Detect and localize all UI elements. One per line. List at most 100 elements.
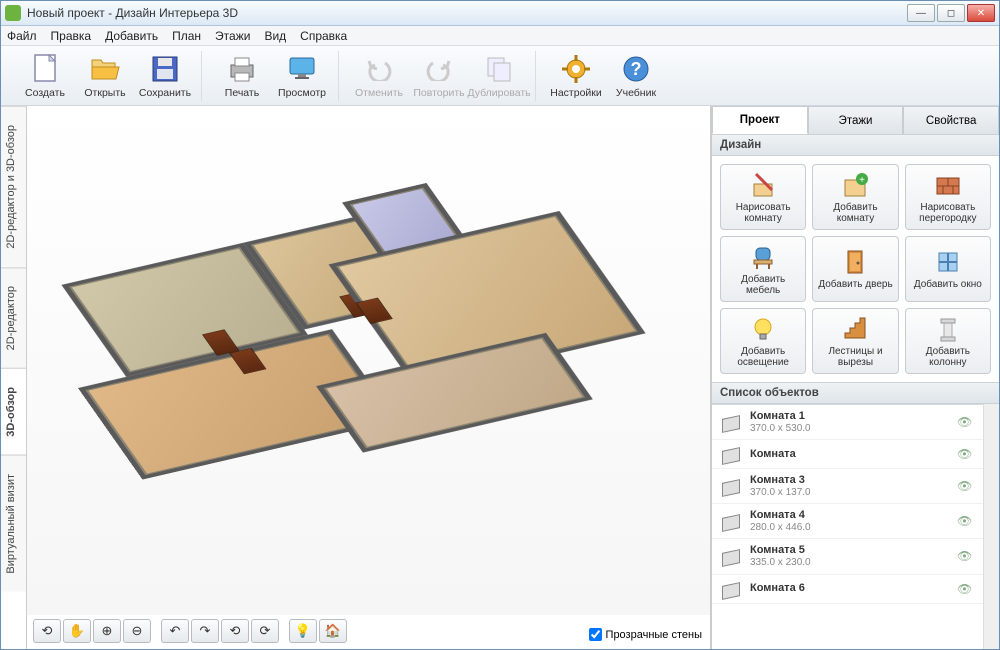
objects-header: Список объектов [712, 382, 999, 404]
visibility-icon[interactable]: 👁 [957, 582, 975, 596]
cube-icon [720, 477, 742, 495]
menu-plan[interactable]: План [172, 29, 201, 43]
pan-button[interactable]: ✋ [63, 619, 91, 643]
svg-text:+: + [860, 175, 866, 186]
add-lighting-button[interactable]: Добавить освещение [720, 308, 806, 374]
lighting-button[interactable]: 💡 [289, 619, 317, 643]
window-icon [934, 248, 962, 276]
rotate-left-button[interactable]: ↶ [161, 619, 189, 643]
open-button[interactable]: Открыть [77, 51, 133, 101]
create-button[interactable]: Создать [17, 51, 73, 101]
tab-properties[interactable]: Свойства [903, 106, 999, 134]
list-item[interactable]: Комната 4280.0 x 446.0👁 [712, 504, 983, 539]
cube-icon [720, 547, 742, 565]
tab-virtual-visit[interactable]: Виртуальный визит [1, 455, 26, 592]
chair-icon [749, 243, 777, 271]
print-button[interactable]: Печать [214, 51, 270, 101]
right-panel-tabs: Проект Этажи Свойства [712, 106, 999, 134]
menu-view[interactable]: Вид [264, 29, 286, 43]
maximize-button[interactable]: ◻ [937, 4, 965, 22]
design-tools: Нарисовать комнату +Добавить комнату Нар… [712, 156, 999, 382]
svg-text:?: ? [631, 59, 642, 79]
brick-wall-icon [934, 171, 962, 199]
list-item[interactable]: Комната 5335.0 x 230.0👁 [712, 539, 983, 574]
add-door-button[interactable]: Добавить дверь [812, 236, 898, 302]
app-window: Новый проект - Дизайн Интерьера 3D — ◻ ✕… [0, 0, 1000, 650]
app-icon [5, 5, 21, 21]
folder-open-icon [89, 53, 121, 85]
transparent-walls-input[interactable] [589, 628, 602, 641]
visibility-icon[interactable]: 👁 [957, 415, 975, 429]
draw-wall-button[interactable]: Нарисовать перегородку [905, 164, 991, 230]
undo-button[interactable]: Отменить [351, 51, 407, 101]
monitor-icon [286, 53, 318, 85]
zoom-in-button[interactable]: ⊕ [93, 619, 121, 643]
printer-icon [226, 53, 258, 85]
draw-room-button[interactable]: Нарисовать комнату [720, 164, 806, 230]
add-column-button[interactable]: Добавить колонну [905, 308, 991, 374]
menu-edit[interactable]: Правка [51, 29, 92, 43]
menu-file[interactable]: Файл [7, 29, 37, 43]
duplicate-icon [483, 53, 515, 85]
tab-floors[interactable]: Этажи [808, 106, 904, 134]
rotate-cw-button[interactable]: ⟳ [251, 619, 279, 643]
zoom-out-button[interactable]: ⊖ [123, 619, 151, 643]
rotate-right-button[interactable]: ↷ [191, 619, 219, 643]
3d-viewport[interactable] [27, 106, 710, 615]
tab-2d3d-combo[interactable]: 2D-редактор и 3D-обзор [1, 106, 26, 267]
add-window-button[interactable]: Добавить окно [905, 236, 991, 302]
floppy-icon [149, 53, 181, 85]
add-room-button[interactable]: +Добавить комнату [812, 164, 898, 230]
object-list[interactable]: Комната 1370.0 x 530.0👁 Комната👁 Комната… [712, 404, 983, 649]
right-panel: Проект Этажи Свойства Дизайн Нарисовать … [711, 106, 999, 649]
column-icon [934, 315, 962, 343]
redo-button[interactable]: Повторить [411, 51, 467, 101]
tab-project[interactable]: Проект [712, 106, 808, 134]
settings-button[interactable]: Настройки [548, 51, 604, 101]
redo-icon [423, 53, 455, 85]
toolbar: Создать Открыть Сохранить Печать Просмот… [1, 46, 999, 106]
menubar: Файл Правка Добавить План Этажи Вид Спра… [1, 26, 999, 46]
viewport-area: ⟲ ✋ ⊕ ⊖ ↶ ↷ ⟲ ⟳ 💡 🏠 Прозрачные стены [27, 106, 711, 649]
window-title: Новый проект - Дизайн Интерьера 3D [27, 6, 907, 20]
side-tabs: 2D-редактор и 3D-обзор 2D-редактор 3D-об… [1, 106, 27, 649]
visibility-icon[interactable]: 👁 [957, 479, 975, 493]
visibility-icon[interactable]: 👁 [957, 514, 975, 528]
stairs-button[interactable]: Лестницы и вырезы [812, 308, 898, 374]
list-item[interactable]: Комната👁 [712, 440, 983, 469]
door-icon [841, 248, 869, 276]
cube-icon [720, 580, 742, 598]
gear-icon [560, 53, 592, 85]
home-view-button[interactable]: 🏠 [319, 619, 347, 643]
rotate-ccw-button[interactable]: ⟲ [221, 619, 249, 643]
tab-2d-editor[interactable]: 2D-редактор [1, 267, 26, 368]
list-item[interactable]: Комната 3370.0 x 137.0👁 [712, 469, 983, 504]
design-header: Дизайн [712, 134, 999, 156]
menu-help[interactable]: Справка [300, 29, 347, 43]
menu-add[interactable]: Добавить [105, 29, 158, 43]
main-area: 2D-редактор и 3D-обзор 2D-редактор 3D-об… [1, 106, 999, 649]
preview-button[interactable]: Просмотр [274, 51, 330, 101]
close-button[interactable]: ✕ [967, 4, 995, 22]
menu-floors[interactable]: Этажи [215, 29, 250, 43]
file-new-icon [29, 53, 61, 85]
cube-icon [720, 445, 742, 463]
visibility-icon[interactable]: 👁 [957, 549, 975, 563]
visibility-icon[interactable]: 👁 [957, 447, 975, 461]
cube-icon [720, 512, 742, 530]
scrollbar[interactable] [983, 404, 999, 649]
duplicate-button[interactable]: Дублировать [471, 51, 527, 101]
pencil-room-icon [749, 171, 777, 199]
tutorial-button[interactable]: ? Учебник [608, 51, 664, 101]
add-furniture-button[interactable]: Добавить мебель [720, 236, 806, 302]
stairs-icon [841, 315, 869, 343]
orbit-button[interactable]: ⟲ [33, 619, 61, 643]
minimize-button[interactable]: — [907, 4, 935, 22]
list-item[interactable]: Комната 6👁 [712, 575, 983, 604]
add-room-icon: + [841, 171, 869, 199]
save-button[interactable]: Сохранить [137, 51, 193, 101]
transparent-walls-checkbox[interactable]: Прозрачные стены [589, 628, 702, 641]
list-item[interactable]: Комната 1370.0 x 530.0👁 [712, 405, 983, 440]
titlebar: Новый проект - Дизайн Интерьера 3D — ◻ ✕ [1, 1, 999, 26]
tab-3d-view[interactable]: 3D-обзор [1, 368, 26, 455]
